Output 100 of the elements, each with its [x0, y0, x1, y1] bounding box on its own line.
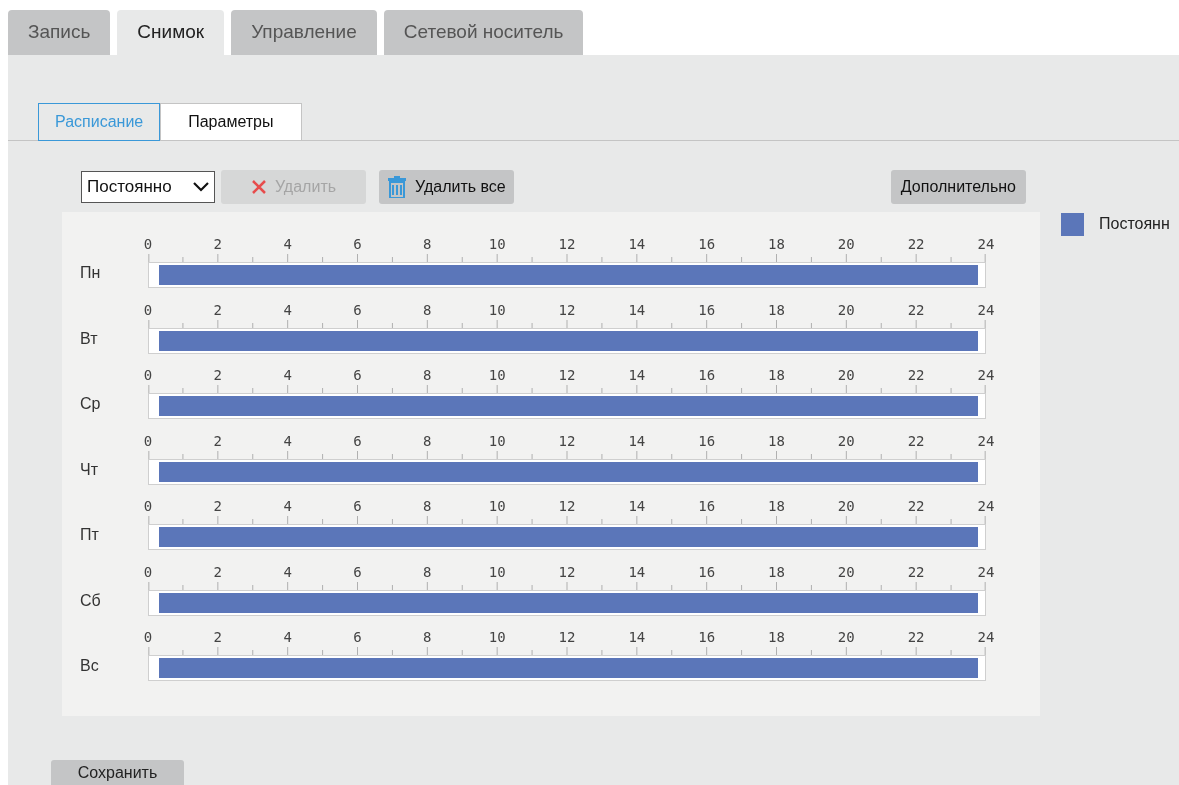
hour-label: 2 — [213, 431, 223, 451]
tab[interactable]: Снимок — [117, 10, 225, 55]
timeline-track[interactable] — [148, 589, 986, 616]
hour-label: 10 — [488, 300, 506, 320]
hour-label: 2 — [213, 562, 223, 582]
hour-label: 12 — [558, 300, 576, 320]
hour-label: 0 — [143, 366, 153, 385]
hour-label: 16 — [698, 300, 716, 320]
advanced-button[interactable]: Дополнительно — [890, 170, 1026, 204]
hour-label: 22 — [907, 366, 925, 385]
hour-label: 22 — [907, 497, 925, 516]
hour-label: 20 — [837, 497, 855, 516]
hour-label: 10 — [488, 431, 506, 451]
hour-label: 6 — [353, 497, 362, 516]
legend-label: Постоянн — [1099, 214, 1170, 234]
hour-label: 0 — [143, 431, 153, 451]
hour-label: 2 — [213, 628, 223, 647]
hour-label: 4 — [283, 628, 292, 647]
timeline-track[interactable] — [148, 393, 986, 419]
hour-label: 12 — [558, 366, 576, 385]
hour-label: 16 — [698, 497, 716, 516]
hour-label: 12 — [558, 562, 576, 582]
hour-label: 18 — [768, 497, 785, 516]
subtab[interactable]: Параметры — [160, 103, 302, 141]
hour-label: 18 — [768, 235, 785, 254]
hour-label: 24 — [977, 300, 995, 320]
hour-label: 18 — [768, 431, 785, 451]
hour-label: 8 — [423, 628, 432, 647]
hour-label: 14 — [628, 497, 646, 516]
hour-label: 2 — [213, 497, 223, 516]
mode-select[interactable]: Постоянно — [81, 171, 215, 203]
hour-label: 20 — [837, 562, 855, 582]
hour-label: 2 — [213, 235, 223, 254]
hour-label: 22 — [907, 431, 925, 451]
hour-label: 8 — [423, 497, 432, 516]
hour-label: 20 — [837, 300, 855, 320]
hour-label: 12 — [558, 628, 576, 647]
hour-label: 0 — [143, 628, 153, 647]
hour-label: 6 — [353, 562, 362, 582]
hour-label: 16 — [698, 628, 716, 647]
hour-label: 8 — [423, 300, 432, 320]
hour-label: 4 — [283, 366, 292, 385]
hour-label: 24 — [977, 562, 995, 582]
hour-label: 10 — [488, 628, 506, 647]
hour-label: 4 — [283, 562, 292, 582]
hour-label: 0 — [143, 300, 153, 320]
hour-label: 0 — [143, 235, 153, 254]
hour-label: 22 — [907, 628, 925, 647]
timeline-track[interactable] — [148, 262, 986, 288]
hour-label: 20 — [837, 628, 855, 647]
timeline-track[interactable] — [148, 524, 986, 550]
hour-label: 6 — [353, 300, 362, 320]
tab[interactable]: Запись — [8, 10, 111, 55]
delete-all-button[interactable]: Удалить все — [379, 170, 514, 204]
hour-label: 6 — [353, 431, 362, 451]
timeline-track[interactable] — [148, 655, 986, 681]
hour-label: 12 — [558, 431, 576, 451]
hour-label: 6 — [353, 628, 362, 647]
hour-label: 0 — [143, 497, 153, 516]
hour-label: 16 — [698, 235, 716, 254]
hour-label: 24 — [977, 366, 995, 385]
save-button[interactable]: Сохранить — [51, 760, 184, 785]
hour-label: 2 — [213, 300, 223, 320]
tab[interactable]: Сетевой носитель — [383, 10, 584, 55]
hour-label: 24 — [977, 628, 995, 647]
hour-label: 18 — [768, 366, 785, 385]
hour-label: 4 — [283, 431, 292, 451]
hour-label: 10 — [488, 562, 506, 582]
hour-label: 4 — [283, 300, 292, 320]
hour-label: 16 — [698, 562, 716, 582]
hour-label: 24 — [977, 235, 995, 254]
hour-label: 8 — [423, 562, 432, 582]
hour-label: 6 — [353, 235, 362, 254]
hour-label: 20 — [837, 235, 855, 254]
timeline-track[interactable] — [148, 458, 986, 485]
hour-label: 12 — [558, 235, 576, 254]
hour-label: 16 — [698, 431, 716, 451]
hour-label: 24 — [977, 497, 995, 516]
hour-label: 10 — [488, 235, 506, 254]
hour-label: 8 — [423, 366, 432, 385]
hour-label: 14 — [628, 431, 646, 451]
hour-label: 4 — [283, 235, 292, 254]
hour-label: 14 — [628, 628, 646, 647]
hour-label: 2 — [213, 366, 223, 385]
hour-label: 4 — [283, 497, 292, 516]
hour-label: 12 — [558, 497, 576, 516]
hour-label: 10 — [488, 497, 506, 516]
tab[interactable]: Управление — [231, 10, 377, 55]
hour-label: 20 — [837, 431, 855, 451]
hour-label: 18 — [768, 562, 785, 582]
hour-label: 22 — [907, 562, 925, 582]
timeline-track[interactable] — [148, 327, 986, 354]
hour-label: 0 — [143, 562, 153, 582]
hour-label: 22 — [907, 300, 925, 320]
hour-label: 16 — [698, 366, 716, 385]
hour-label: 22 — [907, 235, 925, 254]
hour-label: 14 — [628, 235, 646, 254]
hour-label: 10 — [488, 366, 506, 385]
chevron-down-icon — [193, 182, 209, 192]
hour-label: 8 — [423, 431, 432, 451]
